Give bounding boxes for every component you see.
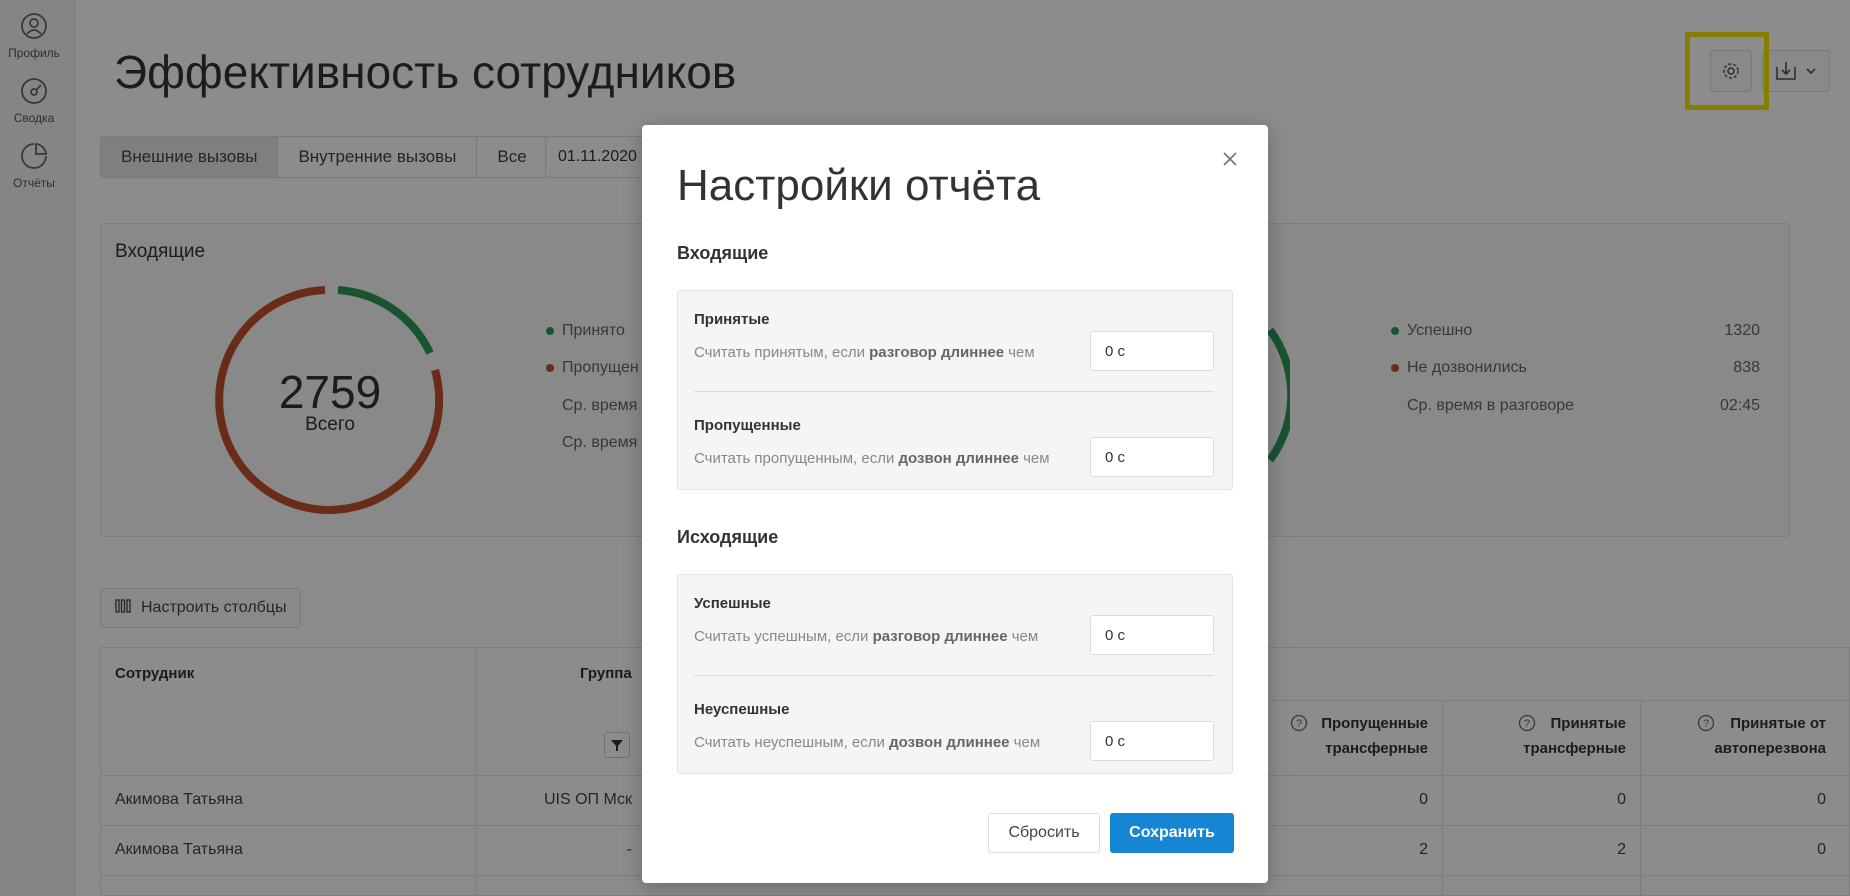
missed-threshold-input[interactable] bbox=[1090, 437, 1214, 477]
accepted-threshold-input[interactable] bbox=[1090, 331, 1214, 371]
outgoing-settings-group: Успешные Считать успешным, если разговор… bbox=[677, 574, 1233, 774]
successful-threshold-input[interactable] bbox=[1090, 615, 1214, 655]
group-divider bbox=[694, 391, 1214, 392]
accepted-title: Принятые bbox=[694, 311, 770, 328]
missed-title: Пропущенные bbox=[694, 417, 801, 434]
report-settings-modal: Настройки отчёта Входящие Принятые Счита… bbox=[642, 125, 1268, 883]
modal-title: Настройки отчёта bbox=[677, 161, 1041, 210]
save-button[interactable]: Сохранить bbox=[1110, 813, 1234, 853]
successful-title: Успешные bbox=[694, 595, 771, 612]
reset-button[interactable]: Сбросить bbox=[988, 813, 1100, 853]
successful-description: Считать успешным, если разговор длиннее … bbox=[694, 628, 1039, 645]
close-icon[interactable] bbox=[1218, 147, 1242, 171]
group-divider bbox=[694, 675, 1214, 676]
outgoing-section-title: Исходящие bbox=[677, 527, 779, 547]
unsuccessful-description: Считать неуспешным, если дозвон длиннее … bbox=[694, 734, 1041, 751]
unsuccessful-title: Неуспешные bbox=[694, 701, 790, 718]
incoming-settings-group: Принятые Считать принятым, если разговор… bbox=[677, 290, 1233, 490]
unsuccessful-threshold-input[interactable] bbox=[1090, 721, 1214, 761]
incoming-section-title: Входящие bbox=[677, 243, 769, 263]
missed-description: Считать пропущенным, если дозвон длиннее… bbox=[694, 450, 1050, 467]
accepted-description: Считать принятым, если разговор длиннее … bbox=[694, 344, 1035, 361]
